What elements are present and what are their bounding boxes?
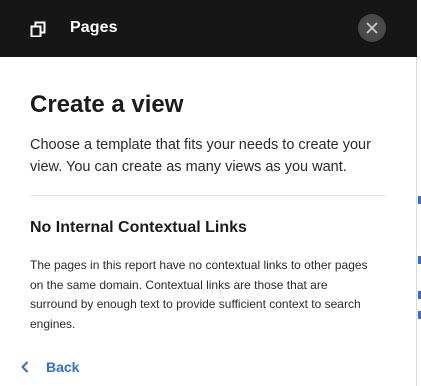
pages-icon <box>30 21 46 38</box>
page-title: Create a view <box>30 91 184 118</box>
panel-title: Pages <box>70 19 118 36</box>
close-button[interactable] <box>358 14 386 42</box>
create-view-panel: Pages Create a view Choose a template th… <box>0 0 417 386</box>
back-label: Back <box>46 359 80 375</box>
intro-text: Choose a template that fits your needs t… <box>30 137 371 175</box>
section-description: The pages in this report have no context… <box>30 258 368 331</box>
divider <box>30 195 386 196</box>
close-icon <box>366 22 378 34</box>
back-button[interactable]: Back <box>18 357 79 377</box>
background-page <box>417 0 421 386</box>
section-title: No Internal Contextual Links <box>30 219 247 236</box>
panel-header: Pages <box>0 0 417 57</box>
chevron-left-icon <box>18 360 32 374</box>
